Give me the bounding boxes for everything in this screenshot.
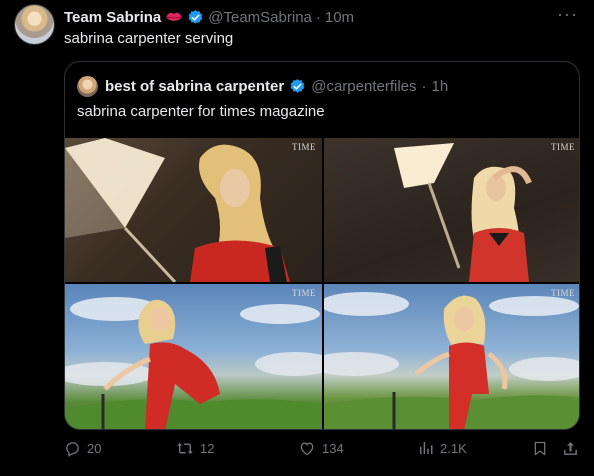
quoted-author-avatar[interactable]: [77, 75, 98, 97]
photo-1-image: [65, 138, 290, 282]
photo-3-image: [65, 297, 322, 429]
photo-3-watermark: TIME: [292, 288, 316, 298]
tweet-text: sabrina carpenter serving: [64, 30, 234, 47]
heart-icon: [300, 442, 314, 456]
author-name[interactable]: Team Sabrina: [64, 9, 161, 26]
views-chart-icon: [420, 442, 433, 454]
tweet-header: Team Sabrina @TeamSabrina · 10m: [64, 7, 574, 27]
action-bar: 20 12 134 2.1K: [64, 440, 580, 462]
photo-4-image: [324, 292, 579, 429]
like-button[interactable]: 134: [298, 440, 344, 457]
author-avatar[interactable]: [14, 4, 55, 45]
reply-button[interactable]: 20: [64, 440, 101, 457]
repost-count: 12: [200, 441, 215, 456]
photo-4-watermark: TIME: [551, 288, 575, 298]
reply-icon: [66, 442, 79, 457]
repost-icon: [177, 442, 193, 455]
photo-1[interactable]: TIME: [65, 138, 322, 282]
views-count: 2.1K: [440, 440, 467, 456]
photo-3[interactable]: TIME: [65, 284, 322, 429]
bookmark-icon: [534, 441, 546, 456]
more-options-icon[interactable]: ···: [557, 4, 578, 25]
quoted-author-name[interactable]: best of sabrina carpenter: [105, 78, 284, 95]
reply-count: 20: [87, 441, 102, 456]
tweet[interactable]: Team Sabrina @TeamSabrina · 10m ··· sabr…: [0, 0, 594, 476]
quoted-tweet-text: sabrina carpenter for times magazine: [77, 103, 325, 120]
views-button[interactable]: 2.1K: [418, 440, 467, 456]
share-icon: [564, 442, 577, 455]
verified-badge-icon: [290, 78, 305, 93]
quoted-tweet[interactable]: best of sabrina carpenter @carpenterfile…: [64, 61, 580, 430]
repost-button[interactable]: 12: [176, 440, 214, 457]
lips-emoji-icon: [166, 12, 183, 21]
quoted-tweet-time[interactable]: 1h: [432, 78, 449, 95]
photo-4[interactable]: TIME: [324, 284, 579, 429]
quoted-tweet-header: best of sabrina carpenter @carpenterfile…: [77, 75, 567, 97]
separator-dot: ·: [421, 77, 427, 95]
photo-grid: TIME TIME TIME TIME: [65, 138, 579, 429]
photo-2-image: [394, 143, 532, 282]
quoted-author-handle[interactable]: @carpenterfiles: [311, 78, 416, 95]
photo-2[interactable]: TIME: [324, 138, 579, 282]
author-handle[interactable]: @TeamSabrina: [208, 9, 312, 26]
separator-dot: ·: [315, 8, 321, 26]
photo-1-watermark: TIME: [292, 142, 316, 152]
tweet-time[interactable]: 10m: [325, 9, 354, 26]
like-count: 134: [322, 441, 344, 456]
photo-2-watermark: TIME: [551, 142, 575, 152]
bookmark-button[interactable]: [532, 440, 548, 457]
verified-badge-icon: [188, 9, 203, 24]
share-button[interactable]: [562, 440, 579, 457]
